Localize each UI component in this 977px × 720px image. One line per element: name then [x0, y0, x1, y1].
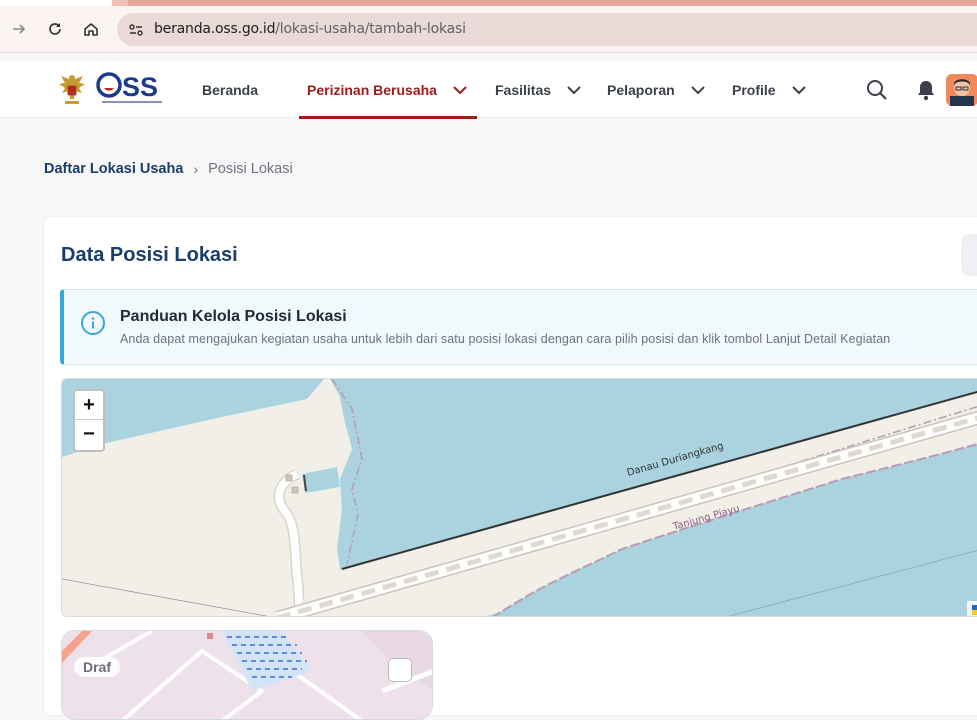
nav-profile-label: Profile: [732, 81, 776, 98]
breadcrumb-link-daftar-lokasi[interactable]: Daftar Lokasi Usaha: [44, 161, 183, 177]
page-title: Data Posisi Lokasi: [61, 244, 238, 266]
nav-fasilitas[interactable]: Fasilitas: [495, 61, 581, 118]
garuda-logo-icon: [54, 71, 90, 107]
chevron-down-icon: [791, 83, 806, 97]
location-item-card[interactable]: Draf: [61, 630, 433, 720]
nav-perizinan-label: Perizinan Berusaha: [307, 81, 437, 98]
oss-logo-text: SS: [122, 72, 158, 102]
map-zoom-control: + −: [73, 389, 105, 452]
chevron-down-icon: [453, 83, 467, 97]
nav-beranda-label: Beranda: [202, 81, 259, 98]
avatar[interactable]: [946, 74, 977, 106]
guide-notice: Panduan Kelola Posisi Lokasi Anda dapat …: [60, 289, 977, 365]
info-icon: [80, 310, 106, 336]
nav-fasilitas-label: Fasilitas: [495, 81, 552, 98]
notice-text: Anda dapat mengajukan kegiatan usaha unt…: [120, 332, 891, 346]
home-icon[interactable]: [77, 15, 105, 43]
nav-pelaporan[interactable]: Pelaporan: [607, 61, 705, 118]
site-info-icon[interactable]: [123, 17, 149, 43]
zoom-in-button[interactable]: +: [75, 391, 103, 420]
address-bar[interactable]: beranda.oss.go.id/lokasi-usaha/tambah-lo…: [117, 13, 977, 46]
status-badge: Draf: [74, 657, 121, 677]
app-header: SS Beranda Perizinan Berusaha Fasilitas …: [0, 61, 977, 119]
browser-toolbar: beranda.oss.go.id/lokasi-usaha/tambah-lo…: [0, 6, 977, 53]
location-select-checkbox[interactable]: [388, 658, 412, 682]
chevron-down-icon: [690, 83, 705, 97]
notice-title: Panduan Kelola Posisi Lokasi: [120, 308, 347, 325]
bell-icon[interactable]: [914, 78, 938, 102]
card-action-button[interactable]: [961, 234, 977, 276]
position-card: Data Posisi Lokasi Panduan Kelola Posisi…: [43, 216, 977, 720]
reload-icon[interactable]: [41, 15, 69, 43]
nav-perizinan-berusaha[interactable]: Perizinan Berusaha: [299, 61, 477, 119]
nav-pelaporan-label: Pelaporan: [607, 81, 675, 98]
chevron-right-icon: ›: [193, 161, 199, 177]
chevron-down-icon: [567, 83, 581, 97]
oss-logo[interactable]: SS: [96, 70, 166, 108]
breadcrumb: Daftar Lokasi Usaha › Posisi Lokasi: [44, 161, 293, 177]
search-icon[interactable]: [865, 78, 889, 102]
forward-icon[interactable]: [5, 15, 33, 43]
zoom-out-button[interactable]: −: [75, 420, 103, 449]
nav-profile[interactable]: Profile: [732, 61, 806, 118]
breadcrumb-current: Posisi Lokasi: [208, 161, 293, 177]
nav-beranda[interactable]: Beranda: [202, 61, 258, 118]
url-text: beranda.oss.go.id/lokasi-usaha/tambah-lo…: [154, 21, 466, 37]
location-map[interactable]: Danau Duriangkang Tanjung Piayu + −: [61, 378, 977, 617]
